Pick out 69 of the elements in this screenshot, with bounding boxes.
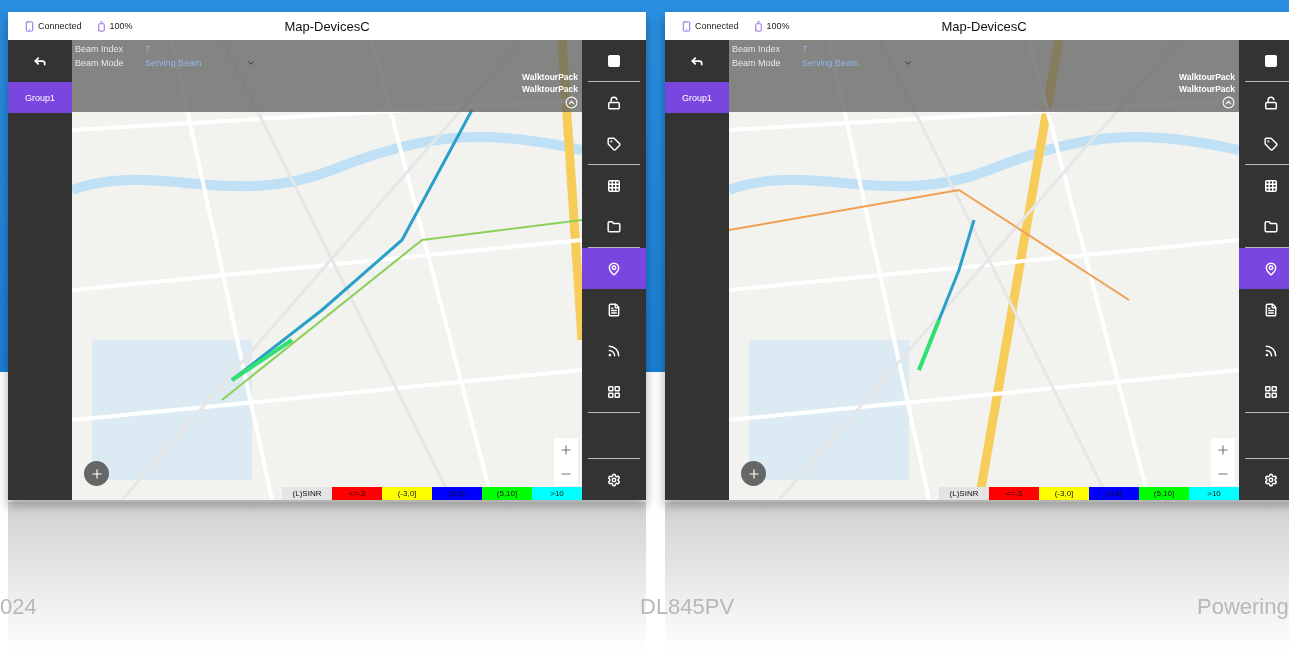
beam-index-value: 7 bbox=[802, 44, 807, 54]
connection-status: Connected bbox=[38, 21, 82, 31]
back-arrow-icon bbox=[33, 54, 47, 68]
unlock-icon bbox=[1264, 95, 1278, 110]
battery-status: 100% bbox=[109, 21, 133, 31]
stop-icon bbox=[1264, 53, 1278, 68]
battery-icon bbox=[95, 20, 107, 32]
caption-text: 024 bbox=[0, 594, 37, 620]
beam-index-label: Beam Index bbox=[75, 44, 125, 54]
group-tab[interactable]: Group1 bbox=[665, 82, 729, 113]
add-button[interactable] bbox=[84, 461, 109, 486]
add-button[interactable] bbox=[741, 461, 766, 486]
document-icon bbox=[1264, 302, 1278, 317]
pack-name: WalktourPack bbox=[522, 84, 578, 94]
pack-name: WalktourPack bbox=[1179, 72, 1235, 82]
stop-icon bbox=[607, 53, 621, 68]
battery-status: 100% bbox=[766, 21, 790, 31]
legend-range: >10 bbox=[532, 487, 582, 500]
legend-title: (L)SINR bbox=[939, 487, 989, 500]
window-title: Map-DevicesC bbox=[284, 18, 370, 34]
back-arrow-icon bbox=[690, 54, 704, 68]
table-icon bbox=[1264, 178, 1278, 193]
connection-status: Connected bbox=[695, 21, 739, 31]
tag-icon bbox=[1264, 136, 1278, 151]
legend-title: (L)SINR bbox=[282, 487, 332, 500]
map-pin-icon bbox=[607, 261, 621, 276]
settings-icon bbox=[1264, 472, 1278, 487]
battery-icon bbox=[752, 20, 764, 32]
folder-icon bbox=[1264, 219, 1278, 234]
collapse-icon[interactable] bbox=[1222, 96, 1235, 109]
tag-icon bbox=[607, 136, 621, 151]
beam-mode-label: Beam Mode bbox=[75, 58, 125, 68]
unlock-icon bbox=[607, 95, 621, 110]
pack-name: WalktourPack bbox=[522, 72, 578, 82]
plus-icon bbox=[1216, 443, 1230, 457]
group-tab[interactable]: Group1 bbox=[8, 82, 72, 113]
plus-icon bbox=[746, 466, 761, 481]
legend-range: (-3,0] bbox=[1039, 487, 1089, 500]
table-icon bbox=[607, 178, 621, 193]
caption-text: DL845PV bbox=[640, 594, 735, 620]
legend-range: (-3,0] bbox=[382, 487, 432, 500]
settings-icon bbox=[607, 472, 621, 487]
folder-icon bbox=[607, 219, 621, 234]
device-icon bbox=[681, 20, 692, 32]
legend-range: <=-3 bbox=[989, 487, 1039, 500]
pack-name: WalktourPack bbox=[1179, 84, 1235, 94]
beam-index-label: Beam Index bbox=[732, 44, 782, 54]
legend-range: >10 bbox=[1189, 487, 1239, 500]
map-pin-icon bbox=[1264, 261, 1278, 276]
signal-icon bbox=[607, 343, 621, 358]
signal-icon bbox=[1264, 343, 1278, 358]
beam-index-value: 7 bbox=[145, 44, 150, 54]
plus-icon bbox=[89, 466, 104, 481]
collapse-icon[interactable] bbox=[565, 96, 578, 109]
dropdown-caret-icon[interactable] bbox=[245, 58, 256, 68]
caption-text: Powering bbox=[1197, 594, 1289, 620]
device-icon bbox=[24, 20, 35, 32]
grid-icon bbox=[1264, 384, 1278, 399]
grid-icon bbox=[607, 384, 621, 399]
beam-mode-label: Beam Mode bbox=[732, 58, 782, 68]
legend-range: (5,10] bbox=[482, 487, 532, 500]
dropdown-caret-icon[interactable] bbox=[902, 58, 913, 68]
document-icon bbox=[607, 302, 621, 317]
window-title: Map-DevicesC bbox=[941, 18, 1027, 34]
legend-range: (5,10] bbox=[1139, 487, 1189, 500]
legend-range: (0,5] bbox=[432, 487, 482, 500]
plus-icon bbox=[559, 443, 573, 457]
legend-range: <=-3 bbox=[332, 487, 382, 500]
legend-range: (0,5] bbox=[1089, 487, 1139, 500]
